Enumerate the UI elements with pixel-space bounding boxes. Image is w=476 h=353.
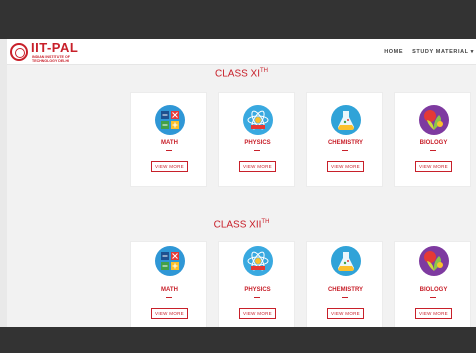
divider [166, 297, 172, 298]
subject-card-math: MATH VIEW MORE [130, 241, 207, 327]
nav-study-material-dropdown[interactable]: STUDY MATERIAL ▾ [412, 48, 474, 56]
flask-icon [331, 105, 361, 135]
subject-card-chemistry: CHEMISTRY VIEW MORE [306, 92, 383, 187]
view-more-button[interactable]: VIEW MORE [239, 308, 276, 319]
brand-subtitle: INDIAN INSTITUTE OF TECHNOLOGY DELHI [32, 55, 70, 63]
math-operators-icon [155, 105, 185, 135]
left-frame-strip [0, 39, 7, 327]
view-more-button[interactable]: VIEW MORE [415, 308, 452, 319]
bottom-frame-bar [0, 327, 476, 353]
subject-card-chemistry: CHEMISTRY VIEW MORE [306, 241, 383, 327]
subject-label: BIOLOGY [419, 140, 448, 146]
subject-label: BIOLOGY [419, 287, 448, 293]
atom-icon [243, 246, 273, 276]
plant-icon [419, 246, 449, 276]
subject-card-math: MATH VIEW MORE [130, 92, 207, 187]
section-title-class-xii: CLASS XIITH [213, 219, 270, 231]
subject-label: MATH [161, 287, 178, 293]
view-more-button[interactable]: VIEW MORE [151, 308, 188, 319]
top-frame-bar [0, 0, 476, 39]
divider [430, 150, 436, 151]
view-more-button[interactable]: VIEW MORE [327, 308, 364, 319]
subject-card-biology: BIOLOGY VIEW MORE [394, 241, 471, 327]
math-operators-icon [155, 246, 185, 276]
nav-links: HOME STUDY MATERIAL ▾ [384, 48, 474, 56]
subject-card-physics: PHYSICS VIEW MORE [218, 92, 295, 187]
subject-label: CHEMISTRY [327, 140, 364, 146]
atom-icon [243, 105, 273, 135]
subject-card-physics: PHYSICS VIEW MORE [218, 241, 295, 327]
subject-card-biology: BIOLOGY VIEW MORE [394, 92, 471, 187]
plant-icon [419, 105, 449, 135]
subject-label: MATH [161, 140, 178, 146]
iit-seal-icon[interactable] [10, 43, 28, 61]
brand-title[interactable]: IIT-PAL [31, 41, 78, 55]
section-title-class-xi: CLASS XITH [214, 68, 269, 80]
divider [342, 297, 348, 298]
flask-icon [331, 246, 361, 276]
divider [166, 150, 172, 151]
view-more-button[interactable]: VIEW MORE [151, 161, 188, 172]
subject-label: PHYSICS [244, 140, 271, 146]
divider [342, 150, 348, 151]
nav-home-link[interactable]: HOME [384, 48, 403, 56]
view-more-button[interactable]: VIEW MORE [239, 161, 276, 172]
divider [254, 297, 260, 298]
navbar: IIT-PAL INDIAN INSTITUTE OF TECHNOLOGY D… [7, 39, 476, 65]
divider [430, 297, 436, 298]
page: IIT-PAL INDIAN INSTITUTE OF TECHNOLOGY D… [7, 39, 476, 327]
view-more-button[interactable]: VIEW MORE [327, 161, 364, 172]
subject-label: CHEMISTRY [327, 287, 364, 293]
view-more-button[interactable]: VIEW MORE [415, 161, 452, 172]
subject-label: PHYSICS [244, 287, 271, 293]
divider [254, 150, 260, 151]
